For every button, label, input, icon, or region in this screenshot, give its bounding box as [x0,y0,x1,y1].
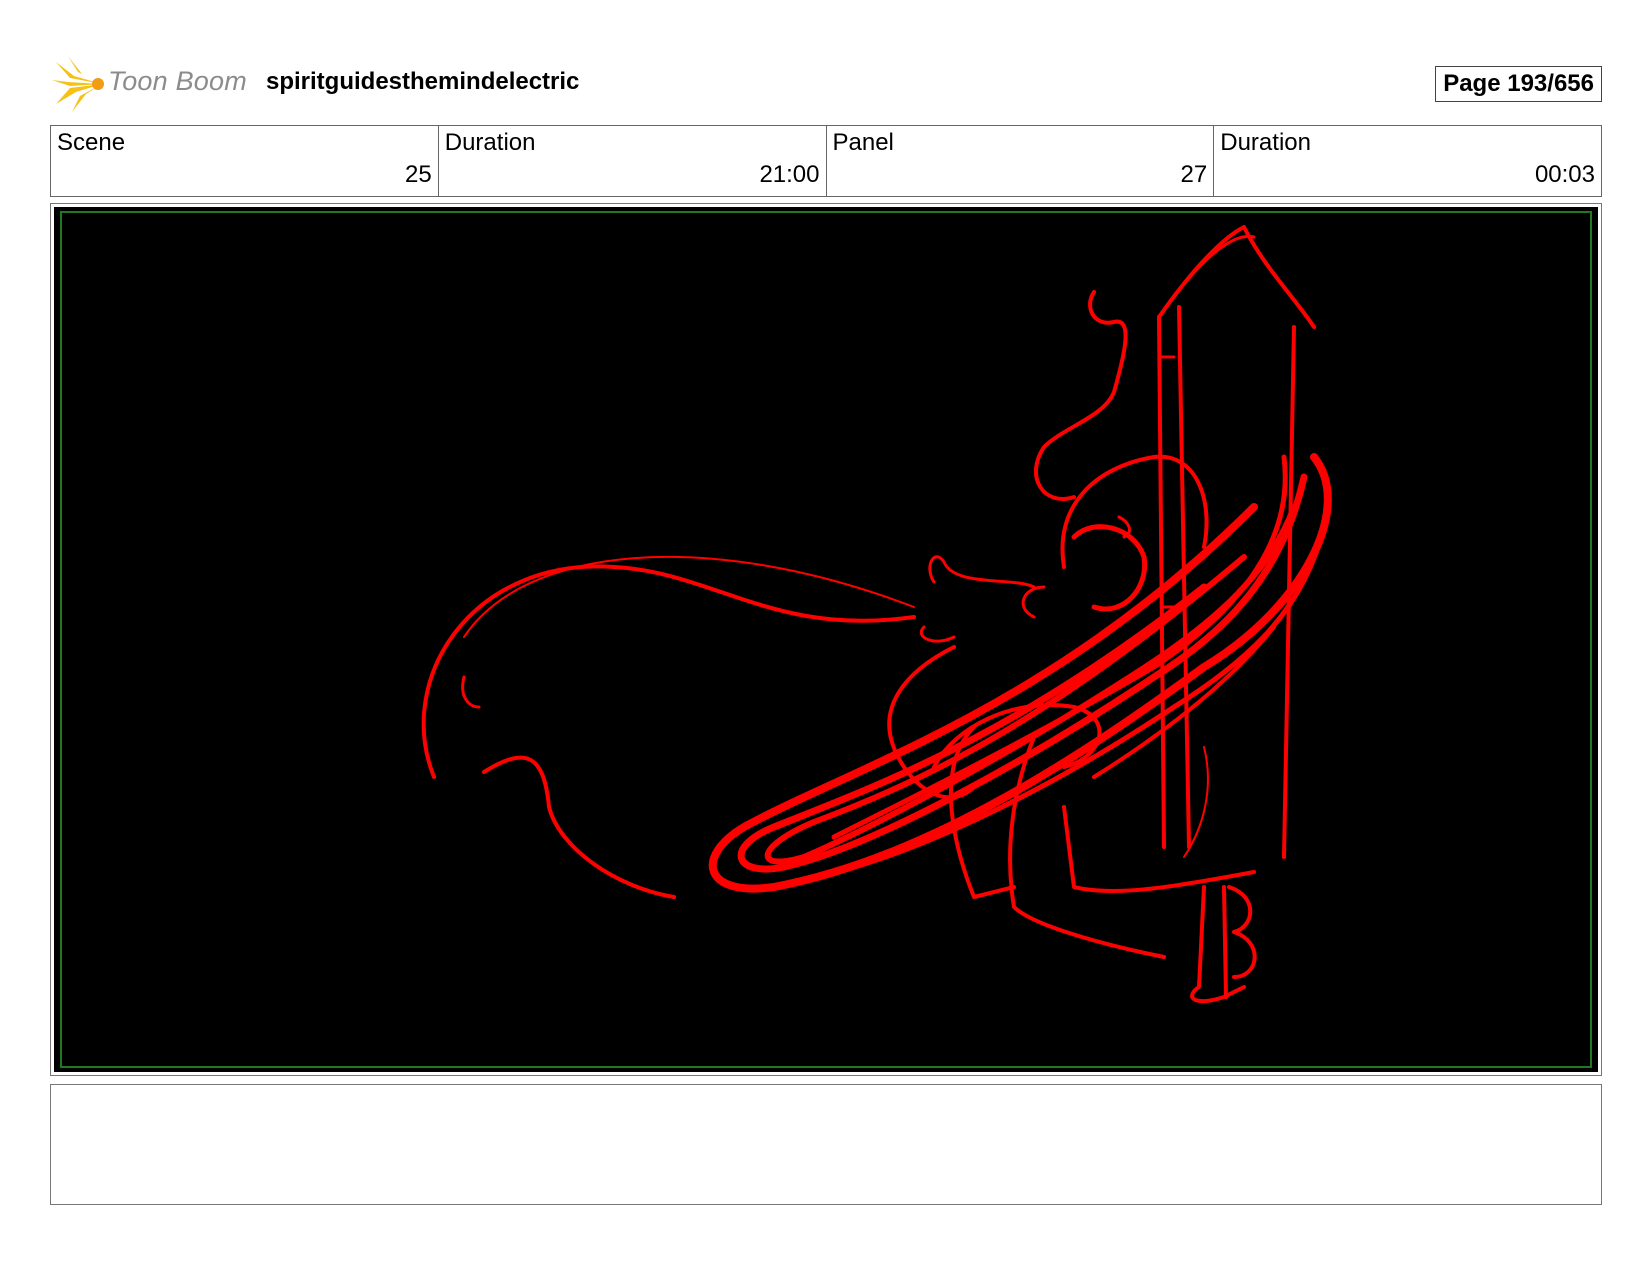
scene-duration-value: 21:00 [759,161,820,188]
scene-duration-label: Duration [444,129,536,156]
panel-duration-cell: Duration 00:03 [1214,126,1601,196]
panel-label: Panel [832,129,894,156]
panel-duration-value: 00:03 [1534,161,1595,188]
document-title: spiritguidesthemindelectric [266,68,580,95]
page-header: Toon Boom spiritguidesthemindelectric Pa… [50,54,1602,114]
panel-info-table: Scene 25 Duration 21:00 Panel 27 Duratio… [50,125,1602,197]
scene-cell: Scene 25 [51,126,439,196]
panel-notes [50,1084,1602,1205]
page-number: Page 193/656 [1435,66,1602,102]
storyboard-panel [50,203,1602,1076]
scene-label: Scene [57,129,126,156]
panel-duration-label: Duration [1220,129,1311,156]
panel-value: 27 [1180,161,1208,188]
red-sketch [421,225,1332,1004]
starburst-icon [52,56,104,112]
safe-frame [60,211,1592,1068]
sketch-drawing [60,211,1592,1068]
panel-cell: Panel 27 [827,126,1215,196]
brand-name: Toon Boom [108,66,247,96]
scene-duration-cell: Duration 21:00 [439,126,827,196]
panel-drawing [54,207,1598,1072]
scene-value: 25 [405,161,432,188]
toon-boom-logo: Toon Boom [50,54,250,114]
